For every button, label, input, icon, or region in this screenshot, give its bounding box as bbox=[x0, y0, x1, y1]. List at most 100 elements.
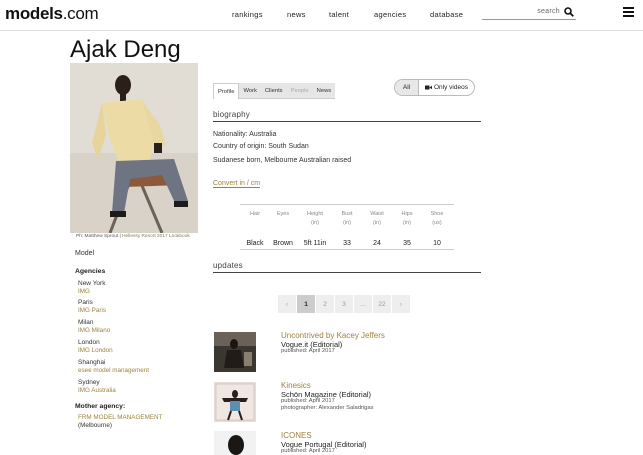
measure-unit: (us) bbox=[432, 220, 442, 226]
biography-heading: biography bbox=[213, 110, 250, 119]
agency-city: Paris bbox=[78, 299, 93, 306]
mother-agency-heading: Mother agency: bbox=[75, 403, 126, 410]
measure-value: 33 bbox=[343, 240, 351, 247]
tab-news[interactable]: News bbox=[313, 83, 336, 99]
profile-tabs: Profile Work Clients People News bbox=[213, 83, 336, 99]
tab-work[interactable]: Work bbox=[239, 83, 260, 99]
filter-videos-button[interactable]: Only videos bbox=[419, 80, 474, 95]
tab-people: People bbox=[290, 88, 309, 94]
agency-city: Sydney bbox=[78, 379, 100, 386]
logo-text: models bbox=[5, 4, 63, 23]
measure-label: Shoe bbox=[430, 211, 444, 217]
agency-link[interactable]: IMG London bbox=[78, 347, 113, 354]
agency-link[interactable]: IMG Australia bbox=[78, 387, 116, 394]
measure-waist: Waist (in) 24 bbox=[362, 205, 392, 247]
photo-credit: Ph: Matthew Sprout | Hellessy Resort 201… bbox=[76, 234, 190, 239]
pager-page-3[interactable]: 3 bbox=[335, 295, 353, 313]
measure-value: 10 bbox=[433, 240, 441, 247]
pager-ellipsis: ... bbox=[354, 295, 372, 313]
pagination: ‹ 1 2 3 ... 22 › bbox=[278, 295, 411, 313]
hamburger-menu-icon[interactable] bbox=[623, 7, 634, 17]
photo-credit-link[interactable]: Hellessy Resort 2017 Lookbook bbox=[122, 234, 190, 239]
measure-label: Hips bbox=[401, 211, 413, 217]
biography-divider bbox=[213, 121, 481, 122]
measure-value: Black bbox=[246, 240, 264, 247]
agency-city: Milan bbox=[78, 319, 94, 326]
media-filter: All Only videos bbox=[394, 79, 475, 96]
update-thumbnail-image bbox=[214, 382, 256, 422]
measure-unit: (in) bbox=[343, 220, 351, 226]
update-thumbnail-image bbox=[214, 332, 256, 372]
agency-link[interactable]: IMG bbox=[78, 288, 90, 295]
search-icon[interactable] bbox=[564, 7, 574, 17]
update-date: published: April 2017 bbox=[281, 348, 335, 354]
search-input[interactable]: search bbox=[482, 6, 576, 20]
nav-talent[interactable]: talent bbox=[329, 10, 349, 19]
model-photo-image bbox=[70, 63, 198, 233]
measure-label: Hair bbox=[249, 211, 261, 217]
agency-city: London bbox=[78, 339, 100, 346]
measure-label: Bust bbox=[341, 211, 353, 217]
measure-hips: Hips (in) 35 bbox=[392, 205, 422, 247]
nav-news[interactable]: news bbox=[287, 10, 306, 19]
pager-page-22[interactable]: 22 bbox=[373, 295, 391, 313]
pager-prev-button[interactable]: ‹ bbox=[278, 295, 296, 313]
agency-link[interactable]: IMG Milano bbox=[78, 327, 110, 334]
measure-shoe: Shoe (us) 10 bbox=[422, 205, 452, 247]
measurements-table: Hair Black Eyes Brown Height (in) 5ft 11in B… bbox=[240, 204, 454, 250]
measure-value: 5ft 11in bbox=[303, 240, 327, 247]
mother-agency-link[interactable]: FRM MODEL MANAGEMENT bbox=[78, 414, 162, 421]
measure-eyes: Eyes Brown bbox=[268, 205, 298, 247]
model-name: Ajak Deng bbox=[70, 36, 181, 63]
update-thumbnail-image bbox=[214, 431, 256, 455]
update-photographer: photographer: Alexander Saladrigas bbox=[281, 405, 374, 411]
filter-videos-label: Only videos bbox=[434, 84, 468, 91]
measure-value: 24 bbox=[373, 240, 381, 247]
measure-unit: (in) bbox=[403, 220, 411, 226]
measure-height: Height (in) 5ft 11in bbox=[300, 205, 330, 247]
update-title-link[interactable]: ICONES bbox=[281, 431, 312, 440]
agency-city: New York bbox=[78, 280, 106, 287]
update-title-link[interactable]: Uncontrived by Kacey Jeffers bbox=[281, 331, 385, 340]
update-thumbnail[interactable] bbox=[214, 431, 256, 455]
nationality-text: Nationality: Australia bbox=[213, 131, 277, 138]
nav-rankings[interactable]: rankings bbox=[232, 10, 263, 19]
nav-agencies[interactable]: agencies bbox=[374, 10, 406, 19]
measure-value: 35 bbox=[403, 240, 411, 247]
tab-clients[interactable]: Clients bbox=[261, 83, 287, 99]
measure-hair: Hair Black bbox=[240, 205, 270, 247]
measure-unit: (in) bbox=[373, 220, 381, 226]
agency-link[interactable]: esee model management bbox=[78, 367, 149, 374]
updates-heading: updates bbox=[213, 261, 243, 270]
tab-profile[interactable]: Profile bbox=[213, 83, 240, 99]
pager-page-2[interactable]: 2 bbox=[316, 295, 334, 313]
measure-bust: Bust (in) 33 bbox=[332, 205, 362, 247]
agency-city: Shanghai bbox=[78, 359, 106, 366]
agency-link[interactable]: IMG Paris bbox=[78, 307, 106, 314]
origin-text: Country of origin: South Sudan bbox=[213, 143, 309, 150]
filter-all-button[interactable]: All bbox=[395, 80, 419, 95]
logo-suffix: .com bbox=[62, 4, 99, 23]
nav-database[interactable]: database bbox=[430, 10, 463, 19]
pager-next-button[interactable]: › bbox=[392, 295, 410, 313]
video-camera-icon bbox=[425, 85, 432, 90]
update-thumbnail[interactable] bbox=[214, 382, 256, 422]
update-thumbnail[interactable] bbox=[214, 332, 256, 372]
photo-credit-text: Ph: Matthew Sprout | bbox=[76, 234, 121, 239]
site-logo[interactable]: models.com bbox=[5, 4, 99, 24]
search-label: search bbox=[537, 8, 560, 15]
update-title-link[interactable]: Kinesics bbox=[281, 381, 311, 390]
convert-units-link[interactable]: Convert in / cm bbox=[213, 180, 261, 188]
updates-divider bbox=[213, 272, 481, 273]
measure-label: Eyes bbox=[276, 211, 290, 217]
measure-unit: (in) bbox=[311, 220, 319, 226]
top-bar: models.com rankings news talent agencies… bbox=[0, 0, 643, 31]
update-date: published: April 2017 bbox=[281, 448, 335, 454]
bio-description: Sudanese born, Melbourne Australian rais… bbox=[213, 157, 352, 164]
mother-agency-city: (Melbourne) bbox=[78, 422, 112, 429]
measure-value: Brown bbox=[273, 240, 293, 247]
pager-page-1[interactable]: 1 bbox=[297, 295, 315, 313]
model-role: Model bbox=[75, 250, 95, 257]
model-photo[interactable] bbox=[70, 63, 198, 233]
update-date: published: April 2017 bbox=[281, 398, 335, 404]
